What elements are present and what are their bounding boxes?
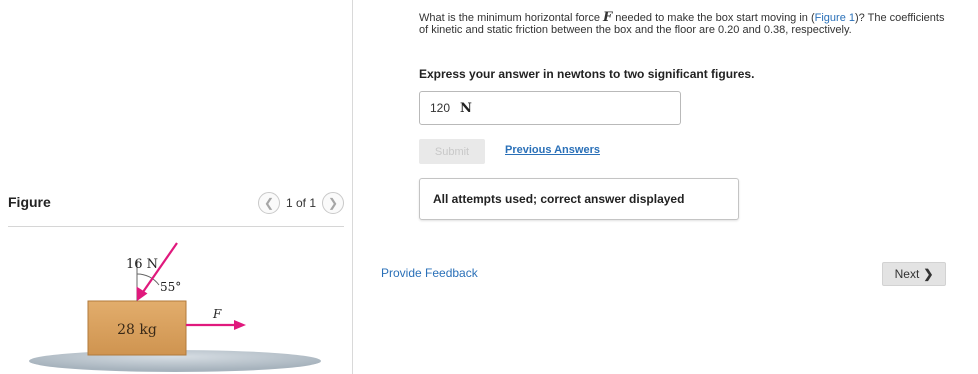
question-text: What is the minimum horizontal force F n… — [419, 10, 947, 36]
question-text-part2: needed to make the box start moving in ( — [612, 12, 815, 24]
chevron-right-icon: ❯ — [923, 267, 934, 281]
answer-instruction: Express your answer in newtons to two si… — [419, 67, 755, 81]
provide-feedback-link[interactable]: Provide Feedback — [381, 266, 478, 280]
answer-field[interactable]: 120 N — [419, 91, 681, 125]
status-message: All attempts used; correct answer displa… — [419, 178, 739, 220]
next-button[interactable]: Next ❯ — [882, 262, 946, 286]
chevron-left-icon[interactable]: ❮ — [257, 192, 280, 214]
page: Figure ❮ 1 of 1 ❯ 28 kg 55° 16 N F What … — [0, 0, 978, 374]
chevron-right-icon[interactable]: ❯ — [322, 192, 344, 214]
question-text-part1: What is the minimum horizontal force — [419, 12, 604, 24]
figure-pager: ❮ 1 of 1 ❯ — [257, 191, 344, 215]
horizontal-force-arrowhead — [234, 320, 246, 330]
next-button-label: Next — [894, 267, 920, 281]
figure-header: Figure ❮ 1 of 1 ❯ — [8, 190, 344, 227]
question-variable: F — [603, 10, 613, 25]
answer-unit: N — [460, 100, 472, 116]
figure-title: Figure — [8, 194, 51, 210]
figure-link[interactable]: Figure 1 — [815, 12, 855, 24]
previous-answers-link[interactable]: Previous Answers — [505, 144, 600, 156]
figure-page-indicator: 1 of 1 — [285, 196, 316, 210]
answer-value: 120 — [430, 101, 451, 115]
angle-label: 55° — [160, 280, 181, 294]
force-diagram: 28 kg 55° 16 N F — [29, 242, 321, 372]
figure-panel: Figure ❮ 1 of 1 ❯ 28 kg 55° 16 N F — [0, 0, 353, 374]
applied-force-label: 16 N — [126, 257, 158, 272]
horizontal-force-label: F — [212, 307, 222, 321]
mass-label: 28 kg — [117, 322, 157, 338]
submit-button[interactable]: Submit — [419, 139, 485, 164]
